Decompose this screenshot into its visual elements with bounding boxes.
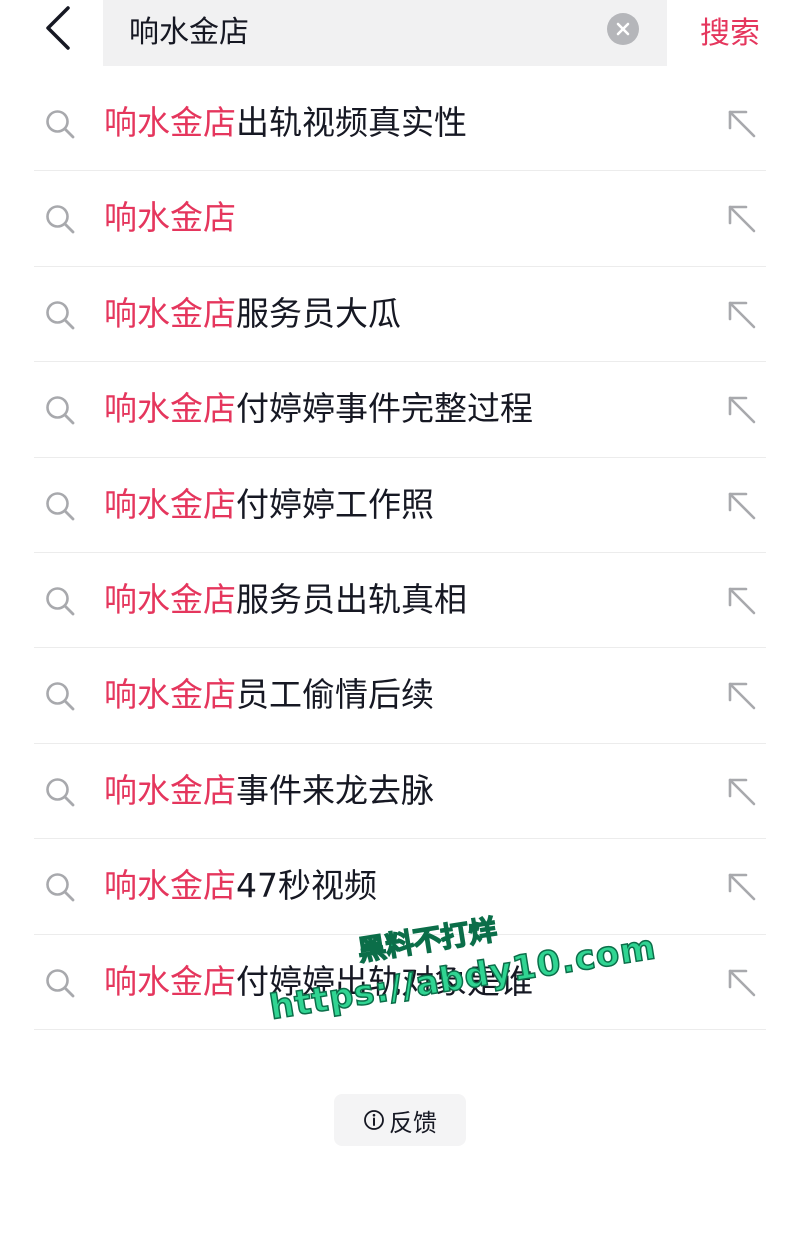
- suggestion-text: 响水金店员工偷情后续: [104, 674, 434, 716]
- suggestion-highlight: 响水金店: [104, 866, 236, 906]
- search-icon: [46, 300, 75, 330]
- suggestion-row[interactable]: 响水金店员工偷情后续: [34, 648, 766, 744]
- arrow-up-left-icon[interactable]: [724, 106, 760, 142]
- arrow-up-left-icon[interactable]: [724, 965, 760, 1001]
- suggestion-row[interactable]: 响水金店47秒视频: [34, 839, 766, 935]
- search-icon: [46, 205, 75, 234]
- suggestion-rest: 员工偷情后续: [236, 675, 434, 715]
- suggestion-highlight: 响水金店: [104, 770, 236, 810]
- suggestion-highlight: 响水金店: [104, 579, 236, 619]
- suggestion-rest: 服务员出轨真相: [236, 579, 467, 619]
- suggestion-highlight: 响水金店: [104, 293, 236, 333]
- suggestion-text: 响水金店出轨视频真实性: [104, 102, 467, 144]
- search-icon: [46, 873, 75, 902]
- arrow-up-left-icon[interactable]: [724, 869, 760, 905]
- arrow-up-left-icon[interactable]: [724, 201, 760, 237]
- suggestion-text: 响水金店事件来龙去脉: [104, 770, 434, 812]
- suggestion-text: 响水金店服务员出轨真相: [104, 579, 467, 621]
- suggestion-rest: 付婷婷工作照: [236, 484, 434, 524]
- suggestion-row[interactable]: 响水金店服务员大瓜: [34, 267, 766, 363]
- suggestion-highlight: 响水金店: [104, 389, 236, 429]
- arrow-up-left-icon[interactable]: [724, 583, 760, 619]
- arrow-up-left-icon[interactable]: [724, 488, 760, 524]
- suggestion-highlight: 响水金店: [104, 103, 236, 142]
- search-icon: [46, 968, 75, 997]
- suggestion-row[interactable]: 响水金店服务员出轨真相: [34, 553, 766, 649]
- suggestion-text: 响水金店: [104, 197, 236, 239]
- suggestion-text: 响水金店付婷婷出轨对象是谁: [104, 961, 533, 1003]
- search-icon: [46, 491, 75, 520]
- search-icon: [46, 110, 75, 139]
- chevron-left-icon: [46, 6, 70, 50]
- info-icon: [364, 1110, 384, 1130]
- search-header: 搜索: [0, 0, 800, 66]
- clear-button[interactable]: [607, 13, 639, 45]
- suggestion-text: 响水金店付婷婷工作照: [104, 484, 434, 526]
- search-input[interactable]: [129, 8, 589, 50]
- close-icon: [616, 22, 630, 36]
- suggestion-highlight: 响水金店: [104, 484, 236, 524]
- suggestion-row[interactable]: 响水金店付婷婷工作照: [34, 458, 766, 553]
- suggestion-rest: 47秒视频: [236, 866, 377, 906]
- arrow-up-left-icon[interactable]: [724, 297, 760, 333]
- search-icon: [46, 587, 75, 616]
- feedback-label: 反馈: [389, 1108, 437, 1137]
- suggestion-row[interactable]: 响水金店: [34, 171, 766, 267]
- suggestion-rest: 付婷婷事件完整过程: [236, 389, 533, 429]
- suggestion-highlight: 响水金店: [104, 675, 236, 715]
- suggestion-rest: 付婷婷出轨对象是谁: [236, 961, 533, 1001]
- suggestion-row[interactable]: 响水金店付婷婷事件完整过程: [34, 362, 766, 458]
- search-box: [103, 0, 667, 66]
- suggestion-highlight: 响水金店: [104, 961, 236, 1001]
- suggestion-highlight: 响水金店: [104, 198, 236, 238]
- suggestion-text: 响水金店服务员大瓜: [104, 293, 401, 335]
- suggestion-rest: 出轨视频真实性: [236, 103, 467, 142]
- search-icon: [46, 396, 75, 425]
- suggestion-row[interactable]: 响水金店付婷婷出轨对象是谁: [34, 935, 766, 1030]
- arrow-up-left-icon[interactable]: [724, 392, 760, 428]
- arrow-up-left-icon[interactable]: [724, 678, 760, 714]
- back-button[interactable]: [38, 6, 78, 50]
- search-icon: [46, 682, 75, 711]
- suggestion-row[interactable]: 响水金店事件来龙去脉: [34, 744, 766, 840]
- search-button[interactable]: 搜索: [700, 8, 760, 52]
- suggestion-rest: 服务员大瓜: [236, 293, 401, 333]
- arrow-up-left-icon[interactable]: [724, 774, 760, 810]
- search-icon: [46, 777, 75, 807]
- suggestion-rest: 事件来龙去脉: [236, 770, 434, 810]
- feedback-button[interactable]: 反馈: [334, 1094, 466, 1146]
- suggestion-list: 响水金店出轨视频真实性 响水金店 响水金店服务员大瓜 响水金店付婷婷事件完整过程 响水金…: [34, 76, 766, 1030]
- suggestion-text: 响水金店付婷婷事件完整过程: [104, 388, 533, 430]
- suggestion-text: 响水金店47秒视频: [104, 865, 377, 907]
- suggestion-row[interactable]: 响水金店出轨视频真实性: [34, 76, 766, 172]
